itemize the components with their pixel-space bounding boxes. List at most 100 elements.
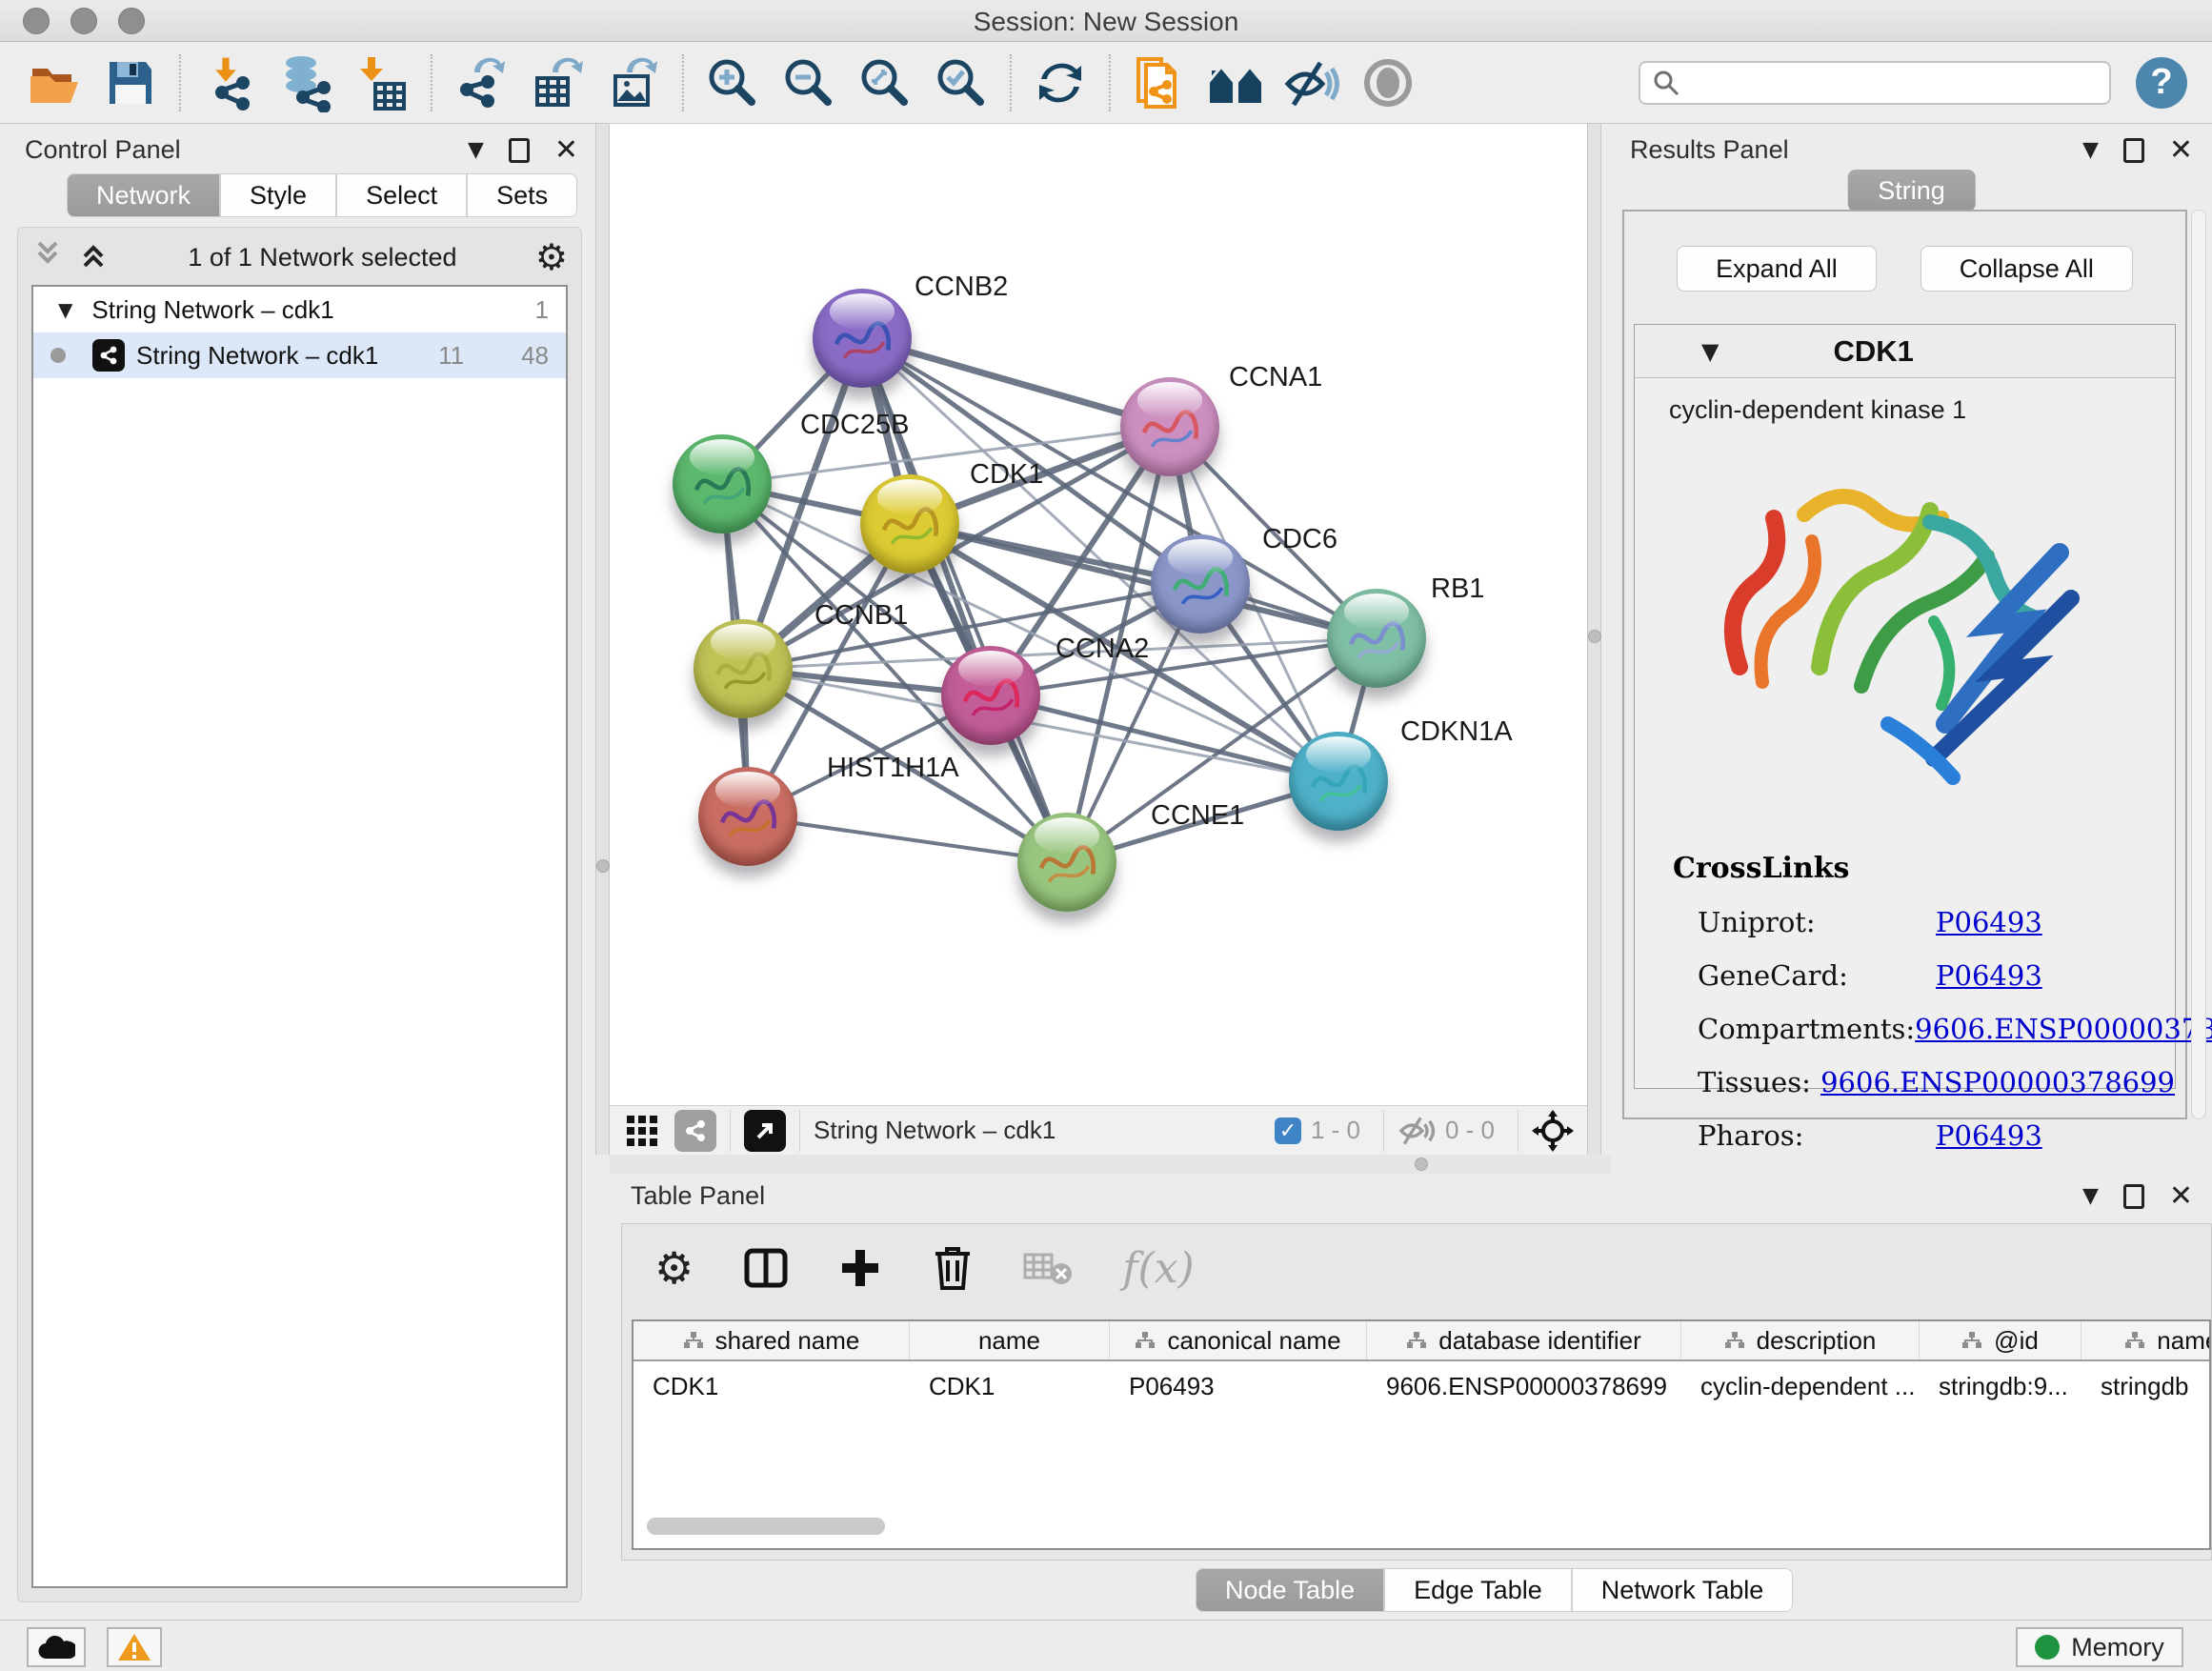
table-panel-menu-icon[interactable]: ▼ [2082,1184,2099,1208]
horizontal-splitter-handle[interactable] [1415,1158,1428,1171]
node-details-header[interactable]: ▼ CDK1 [1635,325,2175,378]
results-panel-float-icon[interactable] [2123,138,2144,163]
crosslink-value-link[interactable]: P06493 [1936,959,2042,992]
left-splitter[interactable] [595,124,610,1155]
import-network-from-database-icon[interactable] [276,53,335,112]
table-hscrollbar[interactable] [647,1518,885,1535]
tab-sets[interactable]: Sets [467,173,577,217]
crosslink-value-link[interactable]: P06493 [1936,906,2042,938]
table-panel-close-icon[interactable]: ✕ [2169,1179,2193,1213]
cloud-status-button[interactable] [27,1627,86,1667]
tab-network-table[interactable]: Network Table [1572,1568,1794,1612]
zoom-in-icon[interactable] [703,53,762,112]
left-splitter-handle[interactable] [596,859,610,873]
search-input[interactable] [1680,68,2081,97]
panel-float-icon[interactable] [509,138,530,163]
crosslink-value-link[interactable]: P06493 [1936,1119,2042,1152]
clone-network-icon[interactable] [1130,53,1189,112]
zoom-out-icon[interactable] [779,53,838,112]
table-options-gear-icon[interactable]: ⚙ [654,1242,694,1294]
navigator-crosshair-icon[interactable] [1532,1110,1574,1152]
selected-checkbox-icon[interactable]: ✓ [1275,1117,1301,1144]
collapse-all-networks-icon[interactable] [77,241,110,273]
show-all-icon[interactable] [1358,53,1418,112]
zoom-fit-icon[interactable] [855,53,915,112]
table-cell[interactable]: CDK1 [633,1372,910,1401]
crosslink-value-link[interactable]: 9606.ENSP00000378699 [1915,1013,2212,1045]
first-neighbors-icon[interactable] [1206,53,1265,112]
hide-selected-icon[interactable] [1282,53,1341,112]
results-panel-menu-icon[interactable]: ▼ [2082,138,2099,162]
right-splitter-handle[interactable] [1588,630,1601,643]
network-node-cdc6[interactable] [1151,534,1250,634]
table-panel-float-icon[interactable] [2123,1184,2144,1209]
network-node-ccne1[interactable] [1017,813,1116,912]
column-header-database-identifier[interactable]: database identifier [1367,1321,1681,1359]
create-column-icon[interactable] [838,1246,882,1290]
results-panel-close-icon[interactable]: ✕ [2169,133,2193,167]
show-columns-icon[interactable] [743,1245,789,1291]
table-cell[interactable]: CDK1 [910,1372,1110,1401]
import-table-icon[interactable] [352,53,412,112]
import-network-icon[interactable] [200,53,259,112]
results-scrollbar[interactable] [2191,210,2206,1119]
view-share-icon[interactable] [674,1110,716,1152]
network-node-rb1[interactable] [1327,589,1426,688]
network-collection-row[interactable]: ▼ String Network – cdk1 1 [33,287,566,332]
network-node-ccnb1[interactable] [694,619,793,718]
collapse-all-button[interactable]: Collapse All [1920,246,2133,292]
tab-network[interactable]: Network [67,173,220,217]
detach-view-icon[interactable] [744,1110,786,1152]
network-node-cdk1[interactable] [860,474,959,574]
crosslink-value-link[interactable]: 9606.ENSP00000378699 [1820,1066,2175,1098]
help-button[interactable]: ? [2136,57,2187,109]
column-header-shared-name[interactable]: shared name [633,1321,910,1359]
tab-select[interactable]: Select [336,173,467,217]
table-cell[interactable]: cyclin-dependent ... [1681,1372,1920,1401]
table-row[interactable]: CDK1CDK1P064939606.ENSP00000378699cyclin… [633,1361,2209,1411]
delete-column-icon[interactable] [932,1244,974,1292]
right-splitter[interactable] [1587,124,1601,1155]
network-node-ccna2[interactable] [941,646,1040,745]
network-node-cdkn1a[interactable] [1289,732,1388,831]
network-node-cdc25b[interactable] [673,434,772,534]
export-table-icon[interactable] [528,53,587,112]
network-node-ccna1[interactable] [1120,377,1219,476]
table-cell[interactable]: P06493 [1110,1372,1367,1401]
collection-label: String Network – cdk1 [91,295,333,325]
tab-node-table[interactable]: Node Table [1196,1568,1384,1612]
network-row[interactable]: String Network – cdk1 11 48 [33,332,566,378]
export-network-icon[interactable] [452,53,511,112]
table-cell[interactable]: 9606.ENSP00000378699 [1367,1372,1681,1401]
expand-all-button[interactable]: Expand All [1677,246,1877,292]
column-header-name[interactable]: name [910,1321,1110,1359]
column-header--id[interactable]: @id [1920,1321,2081,1359]
save-session-icon[interactable] [101,53,160,112]
network-node-ccnb2[interactable] [813,289,912,388]
warnings-button[interactable] [107,1627,162,1667]
table-cell[interactable]: stringdb:9... [1920,1372,2081,1401]
column-header-namespace[interactable]: namespace [2081,1321,2211,1359]
open-file-icon[interactable] [25,53,84,112]
column-header-canonical-name[interactable]: canonical name [1110,1321,1367,1359]
tab-style[interactable]: Style [220,173,336,217]
refresh-icon[interactable] [1031,53,1090,112]
panel-close-icon[interactable]: ✕ [554,133,578,167]
expand-all-networks-icon[interactable] [31,241,64,273]
zoom-selected-icon[interactable] [932,53,991,112]
section-collapse-icon[interactable]: ▼ [1701,338,1719,365]
column-header-description[interactable]: description [1681,1321,1920,1359]
table-cell[interactable]: stringdb [2081,1372,2211,1401]
export-image-icon[interactable] [604,53,663,112]
network-options-gear-icon[interactable]: ⚙ [535,236,568,278]
tab-edge-table[interactable]: Edge Table [1384,1568,1572,1612]
crosslink-row: GeneCard:P06493 [1673,959,2175,992]
panel-menu-icon[interactable]: ▼ [468,138,484,162]
network-canvas[interactable]: CCNB2CCNA1CDC25BCDK1CDC6RB1CCNB1CCNA2CDK… [610,124,1587,1105]
view-grid-icon[interactable] [623,1112,661,1150]
tab-string[interactable]: String [1847,170,1976,211]
memory-button[interactable]: Memory [2016,1627,2183,1667]
network-node-hist1h1a[interactable] [698,767,797,866]
node-title: CDK1 [1833,334,1913,369]
tree-expand-icon[interactable]: ▼ [58,298,72,321]
